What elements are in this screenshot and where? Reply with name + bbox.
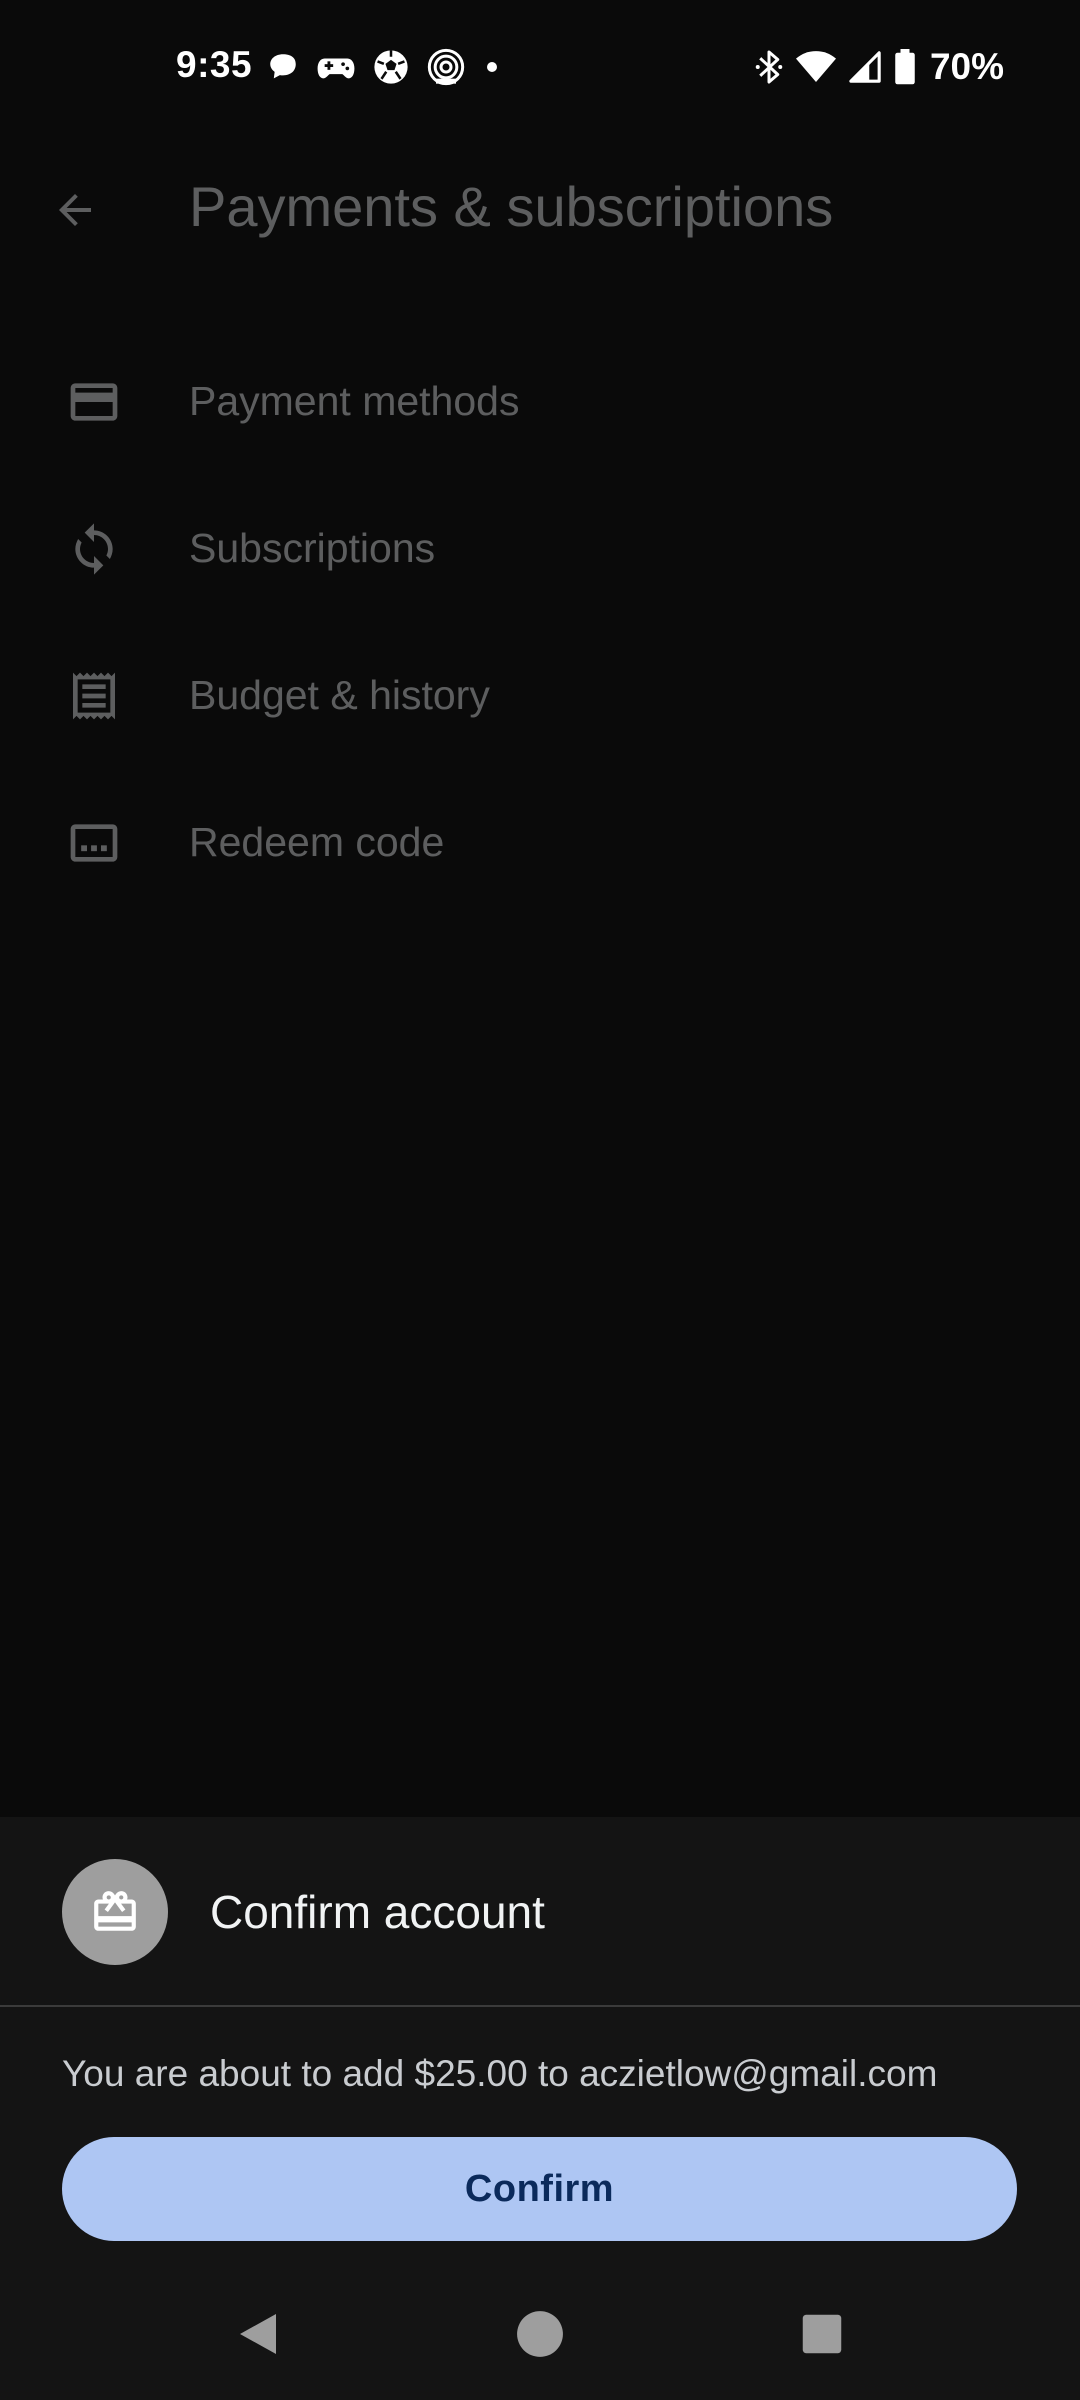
nav-home-button[interactable]	[500, 2294, 580, 2374]
cellular-signal-icon	[849, 51, 881, 83]
menu-item-payment-methods[interactable]: Payment methods	[0, 328, 1080, 475]
battery-icon	[895, 49, 915, 85]
system-icons: 70%	[754, 44, 1004, 90]
menu-item-label: Payment methods	[189, 378, 520, 424]
battery-percentage: 70%	[929, 46, 1004, 87]
menu-list: Payment methods Subscriptions Budget & h…	[0, 328, 1080, 916]
recents-square-icon	[802, 2314, 842, 2354]
toolbar: Payments & subscriptions	[0, 150, 1080, 270]
sheet-title: Confirm account	[210, 1886, 545, 1938]
navigation-bar	[0, 2270, 1080, 2400]
soccer-ball-icon	[374, 50, 408, 84]
back-button[interactable]	[40, 180, 110, 240]
wifi-icon	[795, 51, 836, 82]
screen: 9:35 70% Payments & subscriptions Paymen…	[0, 0, 1080, 2400]
status-time: 9:35	[176, 44, 253, 85]
menu-item-redeem-code[interactable]: Redeem code	[0, 769, 1080, 916]
sheet-message: You are about to add $25.00 to aczietlow…	[62, 2053, 938, 2094]
bluetooth-icon	[755, 50, 783, 84]
target-app-icon	[427, 48, 465, 86]
nav-back-button[interactable]	[218, 2294, 298, 2374]
receipt-icon	[62, 664, 126, 728]
sync-icon	[62, 517, 126, 581]
redeem-code-icon	[62, 811, 126, 875]
notification-icons	[266, 44, 502, 90]
menu-item-subscriptions[interactable]: Subscriptions	[0, 475, 1080, 622]
more-notifications-dot-icon	[487, 62, 497, 72]
menu-item-label: Subscriptions	[189, 525, 436, 571]
page-title: Payments & subscriptions	[189, 175, 834, 238]
game-controller-icon	[317, 58, 355, 79]
menu-item-label: Redeem code	[189, 819, 445, 865]
nav-recents-button[interactable]	[782, 2294, 862, 2374]
gift-card-icon	[62, 1859, 168, 1965]
status-bar: 9:35 70%	[0, 0, 1080, 130]
menu-item-budget-history[interactable]: Budget & history	[0, 622, 1080, 769]
home-circle-icon	[517, 2311, 563, 2357]
menu-item-label: Budget & history	[189, 672, 490, 718]
credit-card-icon	[62, 370, 126, 434]
confirm-button[interactable]: Confirm	[62, 2137, 1017, 2241]
back-triangle-icon	[240, 2314, 276, 2354]
chat-bubble-icon	[270, 54, 296, 79]
sheet-header: Confirm account	[0, 1817, 1080, 2007]
arrow-back-icon	[59, 194, 91, 226]
